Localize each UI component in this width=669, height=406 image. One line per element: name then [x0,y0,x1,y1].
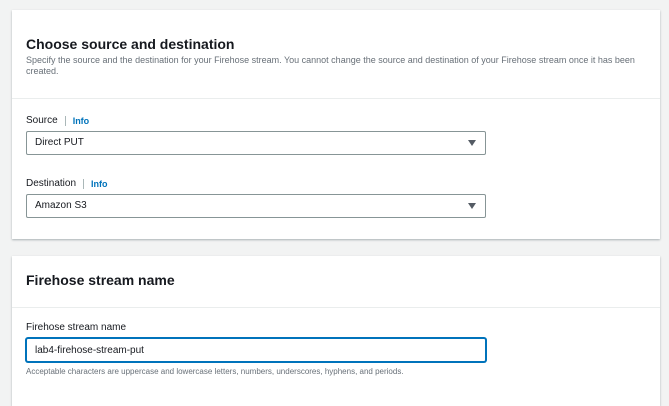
source-label-row: Source Info [26,115,89,127]
destination-label-row: Destination Info [26,178,108,190]
source-info-link[interactable]: Info [73,115,90,127]
source-select-value: Direct PUT [35,137,84,148]
source-label: Source [26,115,58,126]
stream-name-field: Firehose stream name Acceptable characte… [26,322,486,376]
stream-name-panel: Firehose stream name Firehose stream nam… [12,256,660,406]
stream-name-label-row: Firehose stream name [26,322,126,334]
destination-field: Destination Info Amazon S3 [26,178,486,218]
destination-info-link[interactable]: Info [91,178,108,190]
label-divider [64,116,66,126]
label-divider [83,179,85,189]
source-destination-title: Choose source and destination [26,36,235,52]
stream-name-title: Firehose stream name [26,272,175,288]
destination-select[interactable]: Amazon S3 [26,194,486,218]
stream-name-input[interactable] [26,338,486,362]
source-select[interactable]: Direct PUT [26,131,486,155]
source-field: Source Info Direct PUT [26,115,486,155]
caret-down-icon [468,203,476,209]
stream-name-label: Firehose stream name [26,322,127,333]
source-destination-description: Specify the source and the destination f… [26,55,635,76]
destination-select-value: Amazon S3 [35,200,87,211]
source-destination-header: Choose source and destination Specify th… [12,10,660,99]
stream-name-hint: Acceptable characters are uppercase and … [26,367,404,376]
destination-label: Destination [26,178,77,189]
caret-down-icon [468,140,476,146]
source-destination-panel: Choose source and destination Specify th… [12,10,660,239]
stream-name-header: Firehose stream name [12,256,660,308]
